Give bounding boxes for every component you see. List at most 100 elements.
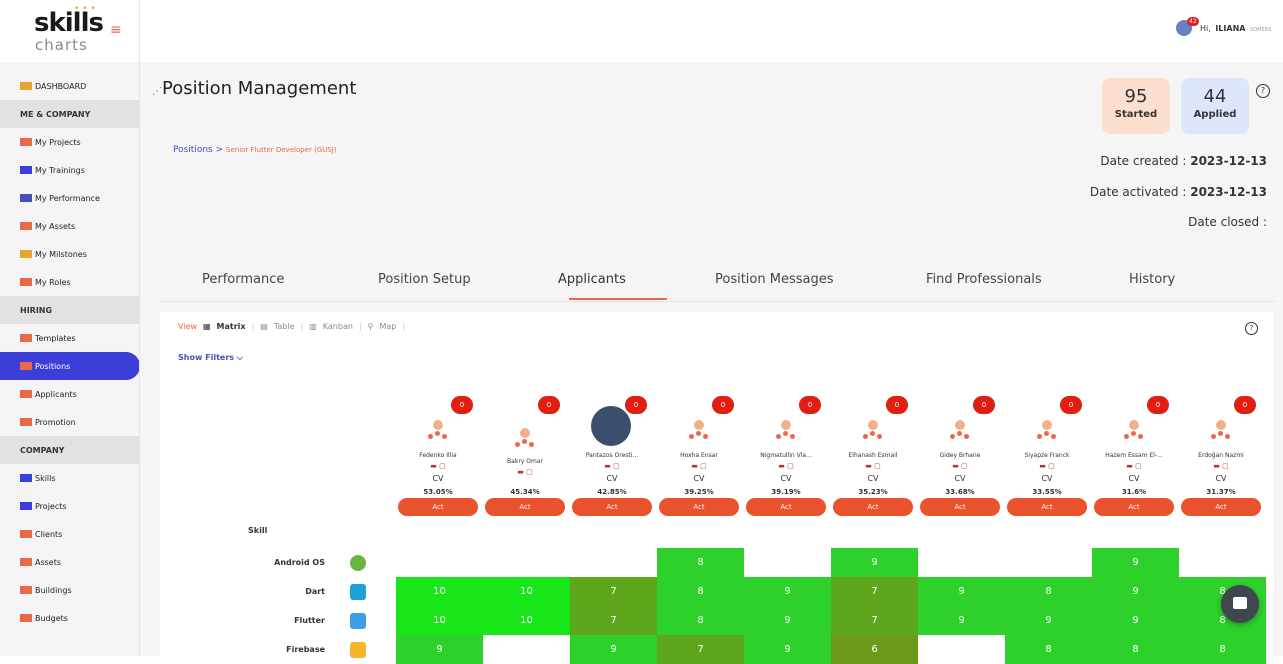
message-count-badge[interactable]: 0 [625,396,647,414]
candidate-avatar[interactable] [687,420,711,444]
sidebar-item-my-performance[interactable]: My Performance [0,184,139,212]
act-button[interactable]: Act [920,498,1000,516]
sidebar-item-templates[interactable]: Templates [0,324,139,352]
tab-applicants[interactable]: Applicants [558,272,626,287]
chat-button[interactable] [1221,585,1259,623]
sidebar-item-dashboard[interactable]: DASHBOARD [0,72,139,100]
act-button[interactable]: Act [1007,498,1087,516]
user-name: ILIANA [1215,24,1246,33]
skill-score-cell: 9 [744,635,831,664]
cv-link[interactable]: CV [396,474,480,483]
tab-find-professionals[interactable]: Find Professionals [926,272,1042,287]
candidate-avatar[interactable] [774,420,798,444]
skill-score-cell: 6 [831,635,918,664]
tab-history[interactable]: History [1129,272,1175,287]
breadcrumb-root[interactable]: Positions [173,145,213,155]
candidate-avatar-photo[interactable] [591,406,631,446]
message-count-badge[interactable]: 0 [1234,396,1256,414]
candidate-avatar[interactable] [426,420,450,444]
cv-link[interactable]: CV [831,474,915,483]
act-button[interactable]: Act [659,498,739,516]
candidate-name[interactable]: Hoxha Ensar [657,452,741,459]
candidate-avatar[interactable] [948,420,972,444]
help-icon[interactable]: ? [1256,84,1270,98]
message-count-badge[interactable]: 0 [712,396,734,414]
user-greeting[interactable]: Hi, ILIANA SOMERS [1200,24,1271,33]
skill-name: Flutter [294,616,325,625]
sidebar-item-label: Buildings [35,585,72,595]
view-table[interactable]: Table [274,322,295,331]
view-map[interactable]: Map [380,322,397,331]
skill-score-cell: 9 [918,577,1005,606]
candidate-avatar[interactable] [1122,420,1146,444]
app-logo[interactable]: skills • • • charts ≡ [0,0,139,62]
sidebar-item-positions[interactable]: Positions [0,352,139,380]
sidebar-item-applicants[interactable]: Applicants [0,380,139,408]
candidate-name[interactable]: Pantazos Oresti... [570,452,654,459]
candidate-avatar[interactable] [1209,420,1233,444]
sidebar-item-my-milstones[interactable]: My Milstones [0,240,139,268]
candidate-avatar[interactable] [513,428,537,452]
skill-score-cell: 9 [1092,548,1179,577]
act-button[interactable]: Act [572,498,652,516]
cv-link[interactable]: CV [918,474,1002,483]
cv-link[interactable]: CV [1179,474,1263,483]
candidate-name[interactable]: Bakry Omar [483,458,567,465]
candidate-avatar[interactable] [861,420,885,444]
sidebar-item-budgets[interactable]: Budgets [0,604,139,632]
sidebar-item-me-company[interactable]: ME & COMPANY [0,100,139,128]
skill-score-cell: 7 [570,577,657,606]
act-button[interactable]: Act [398,498,478,516]
breadcrumb-current: Senior Flutter Developer (GUSJ) [226,146,337,154]
sidebar-item-buildings[interactable]: Buildings [0,576,139,604]
tab-position-setup[interactable]: Position Setup [378,272,471,287]
skill-score-cell: 7 [831,577,918,606]
view-kanban[interactable]: Kanban [323,322,353,331]
applied-stat: 44 Applied [1181,78,1249,134]
sidebar-item-promotion[interactable]: Promotion [0,408,139,436]
tab-performance[interactable]: Performance [202,272,284,287]
candidate-name[interactable]: Erdoğan Nazmi [1179,452,1263,459]
cv-link[interactable]: CV [744,474,828,483]
message-count-badge[interactable]: 0 [1060,396,1082,414]
cv-link[interactable]: CV [570,474,654,483]
sidebar-item-my-trainings[interactable]: My Trainings [0,156,139,184]
sidebar-item-my-projects[interactable]: My Projects [0,128,139,156]
message-count-badge[interactable]: 0 [973,396,995,414]
sidebar-item-projects[interactable]: Projects [0,492,139,520]
sidebar-item-assets[interactable]: Assets [0,548,139,576]
tab-position-messages[interactable]: Position Messages [715,272,834,287]
cv-link[interactable]: CV [1005,474,1089,483]
sidebar: skills • • • charts ≡ DASHBOARD ME & COMP… [0,0,140,656]
candidate-avatar[interactable] [1035,420,1059,444]
cv-link[interactable]: CV [657,474,741,483]
view-matrix[interactable]: Matrix [217,322,246,331]
candidate-name[interactable]: Siyapze Franck [1005,452,1089,459]
candidate-name[interactable]: Fedenko Illia [396,452,480,459]
sidebar-item-hiring[interactable]: HIRING [0,296,139,324]
act-button[interactable]: Act [746,498,826,516]
candidate-name[interactable]: Nigmatullin Vla... [744,452,828,459]
cv-link[interactable]: CV [1092,474,1176,483]
act-button[interactable]: Act [485,498,565,516]
sidebar-item-my-assets[interactable]: My Assets [0,212,139,240]
sidebar-item-clients[interactable]: Clients [0,520,139,548]
message-count-badge[interactable]: 0 [451,396,473,414]
sidebar-item-my-roles[interactable]: My Roles [0,268,139,296]
sidebar-item-company[interactable]: COMPANY [0,436,139,464]
message-count-badge[interactable]: 0 [1147,396,1169,414]
message-count-badge[interactable]: 0 [799,396,821,414]
sidebar-item-skills[interactable]: Skills [0,464,139,492]
match-score: 35.23% [858,488,888,496]
message-count-badge[interactable]: 0 [538,396,560,414]
candidate-name[interactable]: Hazem Essam El-... [1092,452,1176,459]
show-filters-toggle[interactable]: Show Filters ⌵ [178,353,243,363]
help-icon[interactable]: ? [1245,322,1258,335]
menu-toggle-icon[interactable]: ≡ [110,22,122,38]
message-count-badge[interactable]: 0 [886,396,908,414]
act-button[interactable]: Act [1181,498,1261,516]
act-button[interactable]: Act [1094,498,1174,516]
act-button[interactable]: Act [833,498,913,516]
candidate-name[interactable]: Elhanash Esmail [831,452,915,459]
candidate-name[interactable]: Gidey Brhane [918,452,1002,459]
